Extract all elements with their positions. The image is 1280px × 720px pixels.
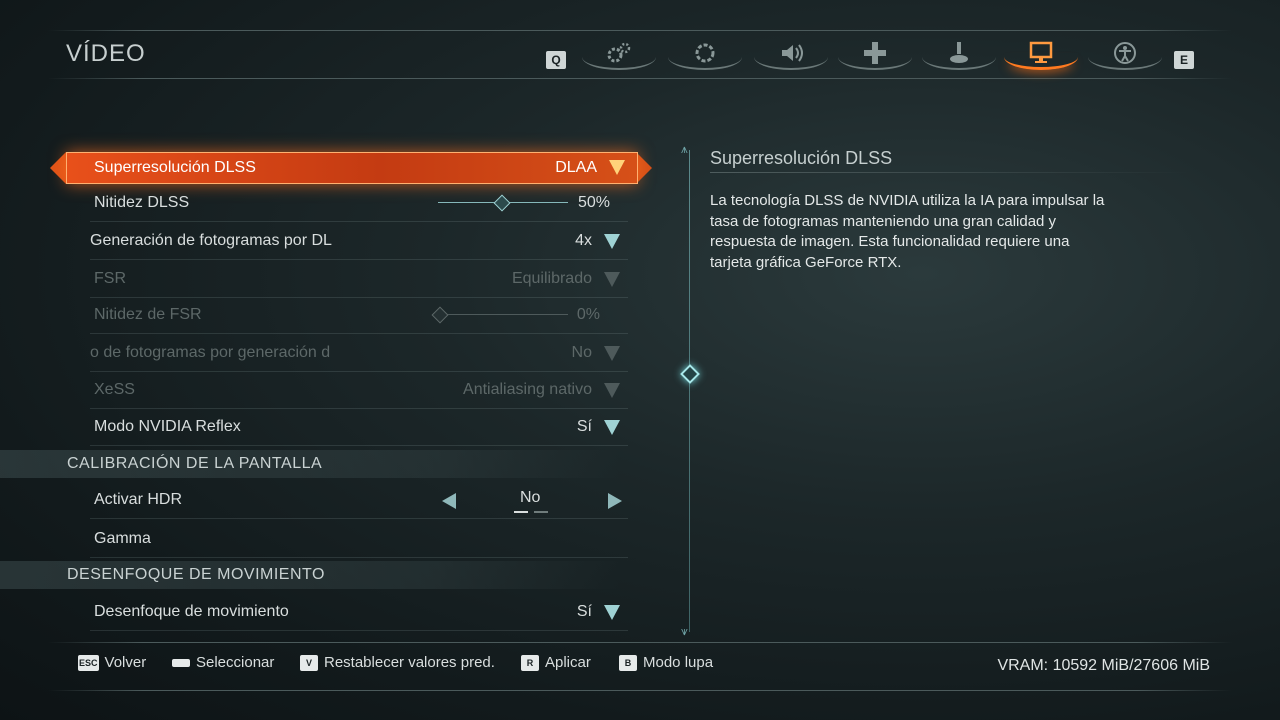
sharpness-slider[interactable] bbox=[438, 194, 568, 212]
description-text: La tecnología DLSS de NVIDIA utiliza la … bbox=[710, 192, 1105, 271]
setting-dlss-sharpness[interactable]: Nitidez DLSS 50% bbox=[90, 186, 628, 222]
select-button[interactable]: Seleccionar bbox=[172, 654, 274, 671]
setting-value: 4x bbox=[575, 232, 592, 249]
description-divider bbox=[710, 172, 1190, 173]
setting-fsr-sharpness: Nitidez de FSR 0% bbox=[90, 298, 628, 334]
setting-nvidia-reflex[interactable]: Modo NVIDIA Reflex Sí bbox=[90, 410, 628, 446]
setting-label: Nitidez de FSR bbox=[94, 306, 202, 323]
fsr-sharpness-slider bbox=[431, 306, 568, 324]
spacebar-key-icon bbox=[172, 658, 190, 667]
setting-label: Modo NVIDIA Reflex bbox=[94, 418, 241, 435]
magnifier-mode-button[interactable]: B Modo lupa bbox=[619, 654, 713, 671]
dropdown-arrow-icon bbox=[604, 272, 620, 287]
dropdown-arrow-icon bbox=[604, 346, 620, 361]
page-title: VÍDEO bbox=[66, 40, 146, 67]
scroll-thumb-icon[interactable] bbox=[680, 364, 700, 384]
setting-value: 0% bbox=[576, 306, 600, 323]
selection-tip-left bbox=[50, 152, 66, 184]
setting-frame-generation[interactable]: Generación de fotogramas por DL 4x bbox=[90, 224, 628, 260]
back-label: Volver bbox=[104, 654, 147, 671]
esc-key-icon: ESC bbox=[78, 654, 99, 671]
dropdown-arrow-icon[interactable] bbox=[604, 234, 620, 249]
setting-gamma[interactable]: Gamma bbox=[90, 522, 628, 558]
setting-value: No bbox=[520, 489, 541, 506]
setting-value: Equilibrado bbox=[511, 270, 592, 287]
dropdown-arrow-icon[interactable] bbox=[604, 605, 620, 620]
setting-dlss[interactable]: Superresolución DLSS DLAA bbox=[66, 152, 638, 184]
option-indicator-active bbox=[514, 511, 528, 513]
tab-general[interactable] bbox=[578, 36, 660, 76]
section-header-motion-blur: DESENFOQUE DE MOVIMIENTO bbox=[0, 561, 620, 589]
arrow-right-icon[interactable] bbox=[608, 493, 622, 509]
setting-value: 50% bbox=[577, 194, 610, 211]
dropdown-arrow-icon bbox=[604, 383, 620, 398]
setting-label: Activar HDR bbox=[94, 491, 183, 508]
setting-value: Antialiasing nativo bbox=[463, 381, 592, 398]
setting-fsr: FSR Equilibrado bbox=[90, 262, 628, 298]
prev-tab-key[interactable]: Q bbox=[546, 51, 566, 69]
setting-value: Sí bbox=[576, 418, 592, 435]
scroll-bottom-cap-icon: ⩛ bbox=[681, 624, 688, 638]
apply-label: Aplicar bbox=[545, 654, 591, 671]
reset-label: Restablecer valores pred. bbox=[324, 654, 495, 671]
scroll-top-cap-icon: ⩚ bbox=[681, 142, 688, 156]
selection-tip-right bbox=[636, 152, 652, 184]
setting-value: No bbox=[571, 344, 592, 361]
setting-label: Generación de fotogramas por DL bbox=[90, 232, 332, 249]
tab-gameplay[interactable] bbox=[664, 36, 746, 76]
footer-bar: ESC Volver Seleccionar V Restablecer val… bbox=[0, 654, 1280, 678]
setting-label: XeSS bbox=[94, 381, 135, 398]
setting-label: Gamma bbox=[94, 530, 151, 547]
description-title: Superresolución DLSS bbox=[710, 148, 893, 168]
header-divider bbox=[48, 78, 1232, 79]
setting-label: FSR bbox=[94, 270, 126, 287]
dropdown-arrow-icon[interactable] bbox=[609, 160, 625, 175]
setting-motion-blur[interactable]: Desenfoque de movimiento Sí bbox=[90, 595, 628, 631]
list-scrollbar-track[interactable] bbox=[689, 150, 690, 632]
slider-knob[interactable] bbox=[493, 194, 511, 212]
dropdown-arrow-icon[interactable] bbox=[604, 420, 620, 435]
apply-button[interactable]: R Aplicar bbox=[521, 654, 591, 671]
tab-video[interactable] bbox=[1000, 36, 1082, 76]
v-key-icon: V bbox=[300, 654, 318, 671]
top-frame-line bbox=[48, 30, 1232, 31]
back-button[interactable]: ESC Volver bbox=[78, 654, 146, 671]
reset-defaults-button[interactable]: V Restablecer valores pred. bbox=[300, 654, 495, 671]
setting-label: Desenfoque de movimiento bbox=[94, 603, 289, 620]
r-key-icon: R bbox=[521, 654, 539, 671]
tab-audio[interactable] bbox=[750, 36, 832, 76]
arrow-left-icon[interactable] bbox=[442, 493, 456, 509]
setting-label: o de fotogramas por generación d bbox=[90, 344, 331, 361]
b-key-icon: B bbox=[619, 654, 637, 671]
bottom-frame-line bbox=[48, 690, 1232, 691]
tab-accessibility[interactable] bbox=[1084, 36, 1166, 76]
slider-knob bbox=[431, 306, 449, 324]
setting-value: Sí bbox=[576, 603, 592, 620]
vram-usage: VRAM: 10592 MiB/27606 MiB bbox=[997, 657, 1210, 674]
section-header-calibration: CALIBRACIÓN DE LA PANTALLA bbox=[0, 450, 620, 478]
section-title: DESENFOQUE DE MOVIMIENTO bbox=[67, 566, 325, 583]
magnifier-label: Modo lupa bbox=[643, 654, 714, 671]
setting-xess: XeSS Antialiasing nativo bbox=[90, 373, 628, 409]
tab-controls[interactable] bbox=[834, 36, 916, 76]
select-label: Seleccionar bbox=[196, 654, 275, 671]
setting-label: Nitidez DLSS bbox=[94, 194, 190, 211]
setting-label: Superresolución DLSS bbox=[94, 159, 256, 176]
tab-controller[interactable] bbox=[918, 36, 1000, 76]
next-tab-key[interactable]: E bbox=[1174, 51, 1194, 69]
option-indicator bbox=[534, 511, 548, 513]
setting-value: DLAA bbox=[555, 159, 597, 176]
setting-hdr[interactable]: Activar HDR No bbox=[90, 483, 628, 519]
section-title: CALIBRACIÓN DE LA PANTALLA bbox=[67, 455, 323, 472]
footer-divider bbox=[48, 642, 1232, 643]
setting-fsr-frame-generation: o de fotogramas por generación d No bbox=[90, 336, 628, 372]
